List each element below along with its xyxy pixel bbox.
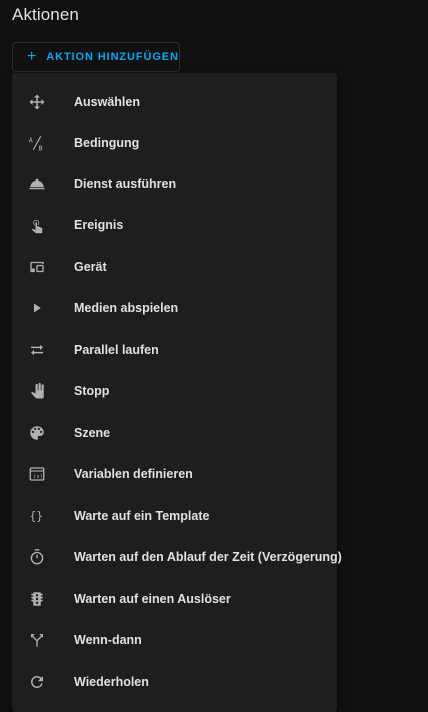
action-menu: Auswählen AB Bedingung Dienst ausführen … bbox=[12, 73, 342, 712]
call-split-icon bbox=[27, 630, 47, 650]
palette-icon bbox=[27, 423, 47, 443]
arrow-all-icon bbox=[27, 92, 47, 112]
menu-item-variablen-definieren[interactable]: (x) Variablen definieren bbox=[12, 453, 337, 494]
menu-item-label: Warte auf ein Template bbox=[74, 508, 210, 523]
timer-outline-icon bbox=[27, 547, 47, 567]
hand-back-icon bbox=[27, 381, 47, 401]
code-braces-icon: {} bbox=[27, 506, 47, 526]
menu-item-parallel-laufen[interactable]: Parallel laufen bbox=[12, 329, 337, 370]
plus-icon: + bbox=[27, 48, 38, 65]
menu-item-label: Auswählen bbox=[74, 94, 140, 109]
menu-item-szene[interactable]: Szene bbox=[12, 412, 337, 453]
menu-item-label: Warten auf einen Auslöser bbox=[74, 591, 231, 606]
menu-item-label: Parallel laufen bbox=[74, 342, 159, 357]
menu-item-label: Medien abspielen bbox=[74, 300, 179, 315]
menu-item-label: Bedingung bbox=[74, 135, 140, 150]
menu-item-auswaehlen[interactable]: Auswählen bbox=[12, 81, 337, 122]
menu-item-label: Wenn-dann bbox=[74, 632, 142, 647]
add-action-label: AKTION HINZUFÜGEN bbox=[46, 51, 179, 63]
ab-testing-icon: AB bbox=[27, 133, 47, 153]
play-icon bbox=[27, 298, 47, 318]
refresh-icon bbox=[27, 672, 47, 692]
menu-item-label: Dienst ausführen bbox=[74, 176, 177, 191]
menu-item-stopp[interactable]: Stopp bbox=[12, 370, 337, 411]
svg-text:A: A bbox=[29, 136, 33, 144]
menu-item-dienst-ausfuehren[interactable]: Dienst ausführen bbox=[12, 163, 337, 204]
menu-item-label: Warten auf den Ablauf der Zeit (Verzöger… bbox=[74, 549, 342, 564]
menu-item-warten-ausloeser[interactable]: Warten auf einen Auslöser bbox=[12, 578, 337, 619]
menu-item-warte-auf-template[interactable]: {} Warte auf ein Template bbox=[12, 495, 337, 536]
add-action-button[interactable]: + AKTION HINZUFÜGEN bbox=[12, 42, 180, 72]
svg-text:{}: {} bbox=[30, 509, 44, 522]
menu-item-label: Variablen definieren bbox=[74, 466, 193, 481]
section-title: Aktionen bbox=[12, 5, 79, 24]
menu-item-label: Szene bbox=[74, 425, 111, 440]
shuffle-disabled-icon bbox=[27, 340, 47, 360]
menu-item-medien-abspielen[interactable]: Medien abspielen bbox=[12, 287, 337, 328]
svg-text:(x): (x) bbox=[33, 474, 42, 480]
gesture-tap-icon bbox=[27, 215, 47, 235]
application-variable-icon: (x) bbox=[27, 464, 47, 484]
menu-item-label: Gerät bbox=[74, 259, 107, 274]
svg-text:B: B bbox=[39, 144, 43, 152]
room-service-icon bbox=[27, 174, 47, 194]
devices-icon bbox=[27, 257, 47, 277]
traffic-light-icon bbox=[27, 589, 47, 609]
menu-item-label: Ereignis bbox=[74, 217, 124, 232]
menu-item-warten-verzoegerung[interactable]: Warten auf den Ablauf der Zeit (Verzöger… bbox=[12, 536, 342, 577]
menu-item-label: Wiederholen bbox=[74, 674, 149, 689]
menu-item-geraet[interactable]: Gerät bbox=[12, 246, 337, 287]
menu-item-ereignis[interactable]: Ereignis bbox=[12, 204, 337, 245]
menu-item-wiederholen[interactable]: Wiederholen bbox=[12, 661, 337, 702]
menu-item-wenn-dann[interactable]: Wenn-dann bbox=[12, 619, 337, 660]
menu-item-label: Stopp bbox=[74, 383, 110, 398]
menu-item-bedingung[interactable]: AB Bedingung bbox=[12, 122, 337, 163]
